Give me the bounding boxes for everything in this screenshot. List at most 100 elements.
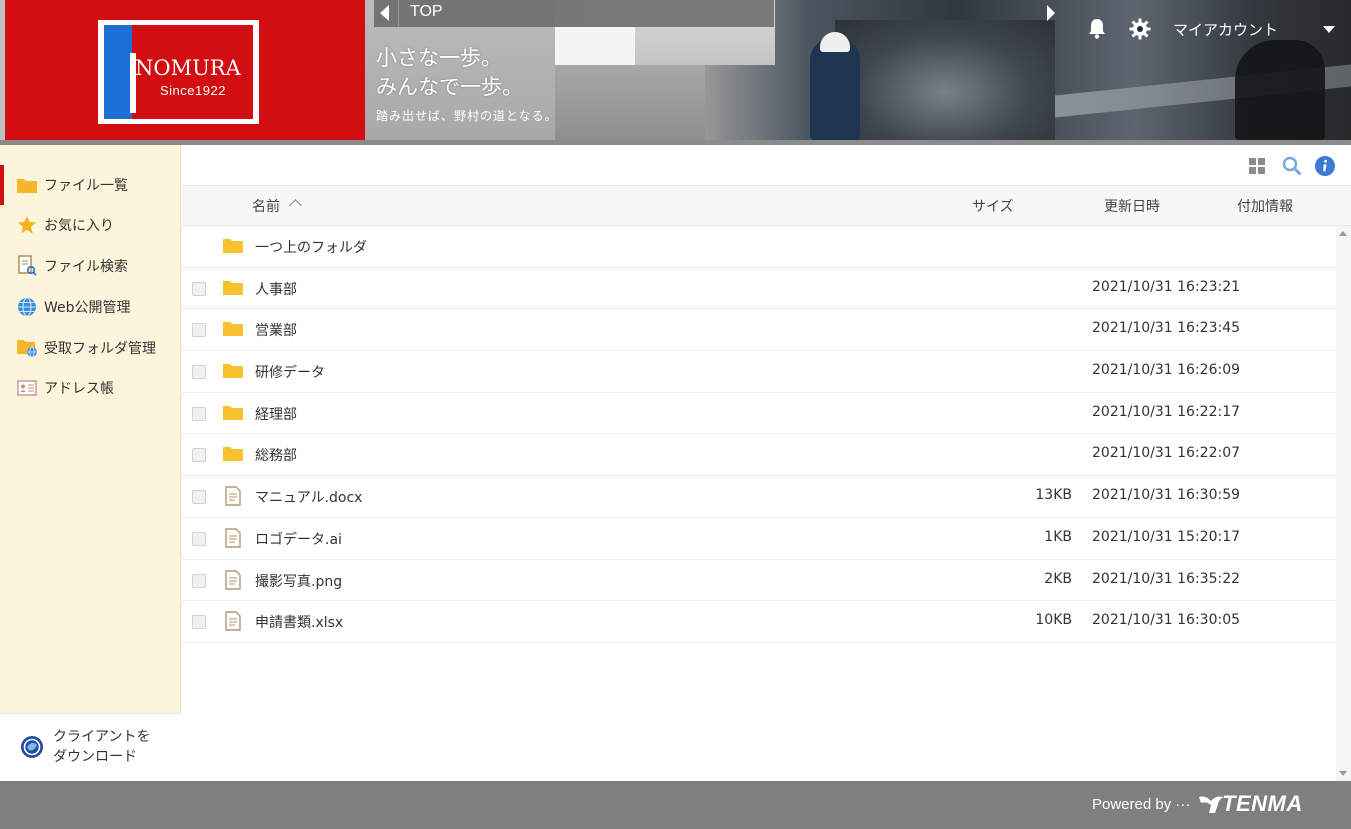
file-size: 13KB xyxy=(1035,487,1072,504)
row-checkbox[interactable] xyxy=(192,531,206,546)
file-modified-date: 2021/10/31 16:23:21 xyxy=(1092,278,1241,295)
file-name[interactable]: 申請書類.xlsx xyxy=(255,612,343,632)
chevron-down-icon[interactable] xyxy=(1323,26,1335,33)
globe-icon xyxy=(16,296,38,318)
row-checkbox[interactable] xyxy=(192,406,206,421)
file-modified-date: 2021/10/31 16:30:59 xyxy=(1092,487,1241,504)
table-row[interactable]: 営業部 2021/10/31 16:23:45 xyxy=(182,309,1336,352)
file-name[interactable]: 経理部 xyxy=(255,404,297,424)
banner-tagline-sub: 踏み出せば、野村の道となる。 xyxy=(376,109,558,123)
file-list-panel: 名前 サイズ 更新日時 付加情報 一つ上のフォルダ 人事部 2021/10/31… xyxy=(182,145,1351,781)
table-row[interactable]: マニュアル.docx 13KB 2021/10/31 16:30:59 xyxy=(182,476,1336,518)
column-header-extra-info[interactable]: 付加情報 xyxy=(1237,196,1293,216)
company-logo[interactable]: NOMURA Since1922 xyxy=(98,20,259,124)
column-header-date[interactable]: 更新日時 xyxy=(1104,196,1160,216)
column-header-name[interactable]: 名前 xyxy=(252,196,280,216)
sidebar-item-label: ファイル検索 xyxy=(44,259,128,275)
folder-icon xyxy=(223,322,243,337)
client-download-icon xyxy=(21,736,43,758)
file-search-icon xyxy=(16,255,38,277)
document-icon xyxy=(225,569,241,590)
banner-tagline: 小さな一歩。 みんなで一歩。 xyxy=(376,46,523,99)
grid-view-icon[interactable] xyxy=(1249,158,1265,174)
footer: Powered by ··· TENMA xyxy=(0,781,1351,829)
row-checkbox[interactable] xyxy=(192,573,206,588)
row-checkbox[interactable] xyxy=(192,490,206,505)
info-icon[interactable] xyxy=(1315,156,1335,176)
row-checkbox[interactable] xyxy=(192,323,206,338)
file-size: 10KB xyxy=(1035,612,1072,629)
table-row[interactable]: 経理部 2021/10/31 16:22:17 xyxy=(182,393,1336,435)
my-account-menu[interactable]: マイアカウント xyxy=(1173,19,1278,40)
row-checkbox[interactable] xyxy=(192,281,206,296)
vertical-scrollbar[interactable] xyxy=(1336,226,1351,781)
parent-folder-label: 一つ上のフォルダ xyxy=(255,240,367,256)
file-modified-date: 2021/10/31 16:23:45 xyxy=(1092,320,1241,337)
folder-icon xyxy=(223,280,243,295)
table-row[interactable]: 総務部 2021/10/31 16:22:07 xyxy=(182,434,1336,477)
scroll-up-icon[interactable] xyxy=(1339,231,1347,236)
document-icon xyxy=(225,486,241,506)
top-nav-bar[interactable]: TOP xyxy=(374,0,774,27)
row-checkbox[interactable] xyxy=(192,615,206,630)
tenma-brand[interactable]: TENMA xyxy=(1222,791,1303,817)
folder-icon xyxy=(16,174,38,196)
sidebar-item-favorites[interactable]: お気に入り xyxy=(0,205,181,245)
sidebar-item-label: アドレス帳 xyxy=(44,381,114,397)
sidebar-item-file-list[interactable]: ファイル一覧 xyxy=(0,165,181,205)
top-label[interactable]: TOP xyxy=(410,3,443,21)
document-icon xyxy=(225,611,241,631)
table-row[interactable]: 撮影写真.png 2KB 2021/10/31 16:35:22 xyxy=(182,560,1336,602)
logo-text: NOMURA xyxy=(135,56,241,80)
folder-icon xyxy=(223,447,243,462)
forward-arrow-icon[interactable] xyxy=(1047,5,1055,21)
search-icon[interactable] xyxy=(1282,156,1302,176)
sidebar: ファイル一覧 お気に入り ファイル検索 Web公開管理 受取フォルダ管理 アドレ… xyxy=(0,145,181,781)
back-arrow-icon[interactable] xyxy=(380,5,389,21)
sidebar-item-label: Web公開管理 xyxy=(44,300,131,316)
file-name[interactable]: 営業部 xyxy=(255,320,297,340)
sidebar-item-label: ファイル一覧 xyxy=(44,178,128,194)
sidebar-item-receive-folder[interactable]: 受取フォルダ管理 xyxy=(0,328,181,368)
scroll-down-icon[interactable] xyxy=(1339,771,1347,776)
file-name[interactable]: 研修データ xyxy=(255,362,325,382)
file-modified-date: 2021/10/31 16:22:07 xyxy=(1092,445,1241,462)
star-icon xyxy=(16,214,38,236)
header: NOMURA Since1922 小さな一歩。 みんなで一歩。 踏み出せば、野村… xyxy=(0,0,1351,140)
powered-by-text: Powered by ··· xyxy=(1092,796,1191,813)
parent-folder-row[interactable]: 一つ上のフォルダ xyxy=(182,226,1336,268)
row-checkbox[interactable] xyxy=(192,448,206,463)
table-row[interactable]: 申請書類.xlsx 10KB 2021/10/31 16:30:05 xyxy=(182,601,1336,643)
table-row[interactable]: 人事部 2021/10/31 16:23:21 xyxy=(182,268,1336,310)
download-client-button[interactable]: クライアントを ダウンロード xyxy=(0,713,181,781)
table-row[interactable]: ロゴデータ.ai 1KB 2021/10/31 15:20:17 xyxy=(182,518,1336,560)
sidebar-item-address-book[interactable]: アドレス帳 xyxy=(0,368,181,408)
file-name[interactable]: ロゴデータ.ai xyxy=(255,529,342,549)
logo-since: Since1922 xyxy=(160,83,226,98)
tenma-logo-icon xyxy=(1199,796,1223,813)
address-book-icon xyxy=(16,377,38,399)
file-modified-date: 2021/10/31 16:30:05 xyxy=(1092,612,1241,629)
sidebar-item-file-search[interactable]: ファイル検索 xyxy=(0,246,181,286)
file-size: 1KB xyxy=(1044,528,1072,545)
file-size: 2KB xyxy=(1044,570,1072,587)
table-header: 名前 サイズ 更新日時 付加情報 xyxy=(182,186,1351,226)
column-header-size[interactable]: サイズ xyxy=(972,196,1014,216)
gear-icon[interactable] xyxy=(1129,18,1151,40)
sidebar-item-web-publish[interactable]: Web公開管理 xyxy=(0,287,181,327)
file-name[interactable]: 撮影写真.png xyxy=(255,571,342,591)
download-client-label: クライアントを ダウンロード xyxy=(53,729,151,765)
row-checkbox[interactable] xyxy=(192,365,206,380)
file-table-body: 一つ上のフォルダ 人事部 2021/10/31 16:23:21 営業部 202… xyxy=(182,226,1336,643)
file-name[interactable]: 総務部 xyxy=(255,445,297,465)
table-row[interactable]: 研修データ 2021/10/31 16:26:09 xyxy=(182,351,1336,393)
file-name[interactable]: 人事部 xyxy=(255,279,297,299)
folder-icon xyxy=(223,239,243,253)
bell-icon[interactable] xyxy=(1087,17,1107,39)
file-modified-date: 2021/10/31 16:22:17 xyxy=(1092,403,1241,420)
sort-ascending-icon[interactable] xyxy=(289,199,302,212)
receive-folder-icon xyxy=(16,337,38,359)
file-name[interactable]: マニュアル.docx xyxy=(255,487,362,507)
file-modified-date: 2021/10/31 16:26:09 xyxy=(1092,362,1241,379)
document-icon xyxy=(225,528,241,548)
